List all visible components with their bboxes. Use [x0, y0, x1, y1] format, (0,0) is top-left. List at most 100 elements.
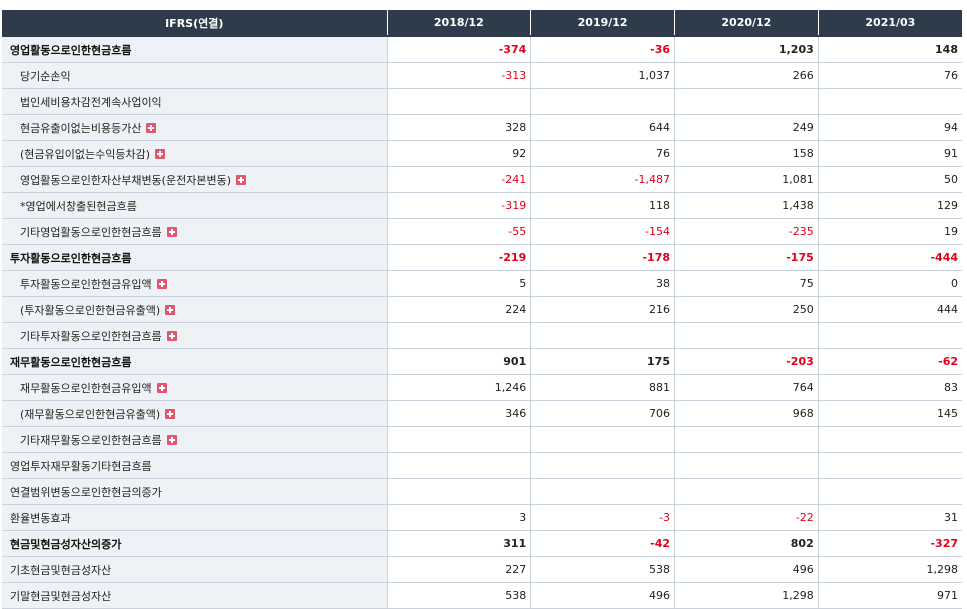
row-label: 영업투자재무활동기타현금흐름 — [10, 459, 152, 473]
value-cell: 76 — [818, 62, 962, 89]
value-cell: 1,203 — [674, 35, 819, 63]
row-label: *영업에서창출된현금흐름 — [20, 199, 137, 213]
value-cell: 538 — [387, 582, 532, 609]
row-label-cell: 법인세비용차감전계속사업이익 — [2, 88, 388, 115]
value-cell — [387, 478, 532, 505]
table-row: (현금유입이없는수익등차감) 92 76 158 91 — [2, 140, 962, 167]
table-row: 영업활동으로인한현금흐름 -374 -36 1,203 148 — [2, 35, 962, 63]
expand-plus-icon[interactable] — [156, 382, 167, 393]
table-row: 현금유출이없는비용등가산 328 644 249 94 — [2, 114, 962, 141]
value-cell: 538 — [530, 556, 675, 583]
value-cell: 901 — [387, 348, 532, 375]
value-cell — [818, 322, 962, 349]
value-cell: -178 — [530, 244, 675, 271]
value-cell: 802 — [674, 530, 819, 557]
row-label: 환율변동효과 — [10, 511, 71, 525]
value-cell: 644 — [530, 114, 675, 141]
value-cell: 1,246 — [387, 374, 532, 401]
table-row: 환율변동효과 3 -3 -22 31 — [2, 504, 962, 531]
value-cell: -36 — [530, 35, 675, 63]
table-row: 연결범위변동으로인한현금의증가 — [2, 478, 962, 505]
expand-plus-icon[interactable] — [166, 226, 177, 237]
row-label-cell: 재무활동으로인한현금흐름 — [2, 348, 388, 375]
value-cell: 249 — [674, 114, 819, 141]
value-cell: 50 — [818, 166, 962, 193]
row-label: 법인세비용차감전계속사업이익 — [20, 95, 162, 109]
value-cell: -219 — [387, 244, 532, 271]
row-label-cell: 기타영업활동으로인한현금흐름 — [2, 218, 388, 245]
row-label: (현금유입이없는수익등차감) — [20, 147, 151, 161]
expand-plus-icon[interactable] — [146, 122, 157, 133]
header-period: 2021/03 — [818, 10, 962, 36]
value-cell: 148 — [818, 35, 962, 63]
table-row: 기타영업활동으로인한현금흐름 -55 -154 -235 19 — [2, 218, 962, 245]
table-row: 재무활동으로인한현금유입액 1,246 881 764 83 — [2, 374, 962, 401]
header-period: 2020/12 — [674, 10, 819, 36]
value-cell: 5 — [387, 270, 532, 297]
row-label-cell: 재무활동으로인한현금유입액 — [2, 374, 388, 401]
row-label-cell: 영업활동으로인한자산부채변동(운전자본변동) — [2, 166, 388, 193]
row-label-cell: 영업활동으로인한현금흐름 — [2, 35, 388, 63]
table-row: (투자활동으로인한현금유출액) 224 216 250 444 — [2, 296, 962, 323]
table-row: 법인세비용차감전계속사업이익 — [2, 88, 962, 115]
table-row: 기타재무활동으로인한현금흐름 — [2, 426, 962, 453]
value-cell: 0 — [818, 270, 962, 297]
value-cell: 118 — [530, 192, 675, 219]
expand-plus-icon[interactable] — [235, 174, 246, 185]
value-cell: 145 — [818, 400, 962, 427]
table-row: 투자활동으로인한현금유입액 5 38 75 0 — [2, 270, 962, 297]
row-label: (투자활동으로인한현금유출액) — [20, 303, 161, 317]
value-cell: 496 — [674, 556, 819, 583]
table-row: 재무활동으로인한현금흐름 901 175 -203 -62 — [2, 348, 962, 375]
value-cell: 706 — [530, 400, 675, 427]
value-cell — [818, 88, 962, 115]
value-cell: 1,037 — [530, 62, 675, 89]
row-label: (재무활동으로인한현금유출액) — [20, 407, 161, 421]
value-cell: 1,298 — [818, 556, 962, 583]
row-label-cell: 현금유출이없는비용등가산 — [2, 114, 388, 141]
value-cell: -313 — [387, 62, 532, 89]
value-cell: -444 — [818, 244, 962, 271]
value-cell: 216 — [530, 296, 675, 323]
row-label: 현금유출이없는비용등가산 — [20, 121, 142, 135]
expand-plus-icon[interactable] — [156, 278, 167, 289]
expand-plus-icon[interactable] — [165, 304, 176, 315]
row-label-cell: 기초현금및현금성자산 — [2, 556, 388, 583]
value-cell: -175 — [674, 244, 819, 271]
expand-plus-icon[interactable] — [165, 408, 176, 419]
expand-plus-icon[interactable] — [166, 330, 177, 341]
expand-plus-icon[interactable] — [166, 434, 177, 445]
row-label: 연결범위변동으로인한현금의증가 — [10, 485, 162, 499]
expand-plus-icon[interactable] — [155, 148, 166, 159]
value-cell — [530, 452, 675, 479]
row-label: 영업활동으로인한자산부채변동(운전자본변동) — [20, 173, 231, 187]
table-row: *영업에서창출된현금흐름 -319 118 1,438 129 — [2, 192, 962, 219]
row-label-cell: 투자활동으로인한현금흐름 — [2, 244, 388, 271]
row-label: 투자활동으로인한현금유입액 — [20, 277, 152, 291]
table-row: 영업활동으로인한자산부채변동(운전자본변동) -241 -1,487 1,081 50 — [2, 166, 962, 193]
value-cell — [818, 478, 962, 505]
value-cell: 311 — [387, 530, 532, 557]
row-label-cell: (현금유입이없는수익등차감) — [2, 140, 388, 167]
value-cell: 1,438 — [674, 192, 819, 219]
value-cell: 1,081 — [674, 166, 819, 193]
row-label: 기말현금및현금성자산 — [10, 589, 112, 603]
value-cell — [674, 426, 819, 453]
row-label: 기타투자활동으로인한현금흐름 — [20, 329, 162, 343]
value-cell: 75 — [674, 270, 819, 297]
value-cell: 227 — [387, 556, 532, 583]
value-cell — [387, 322, 532, 349]
row-label-cell: *영업에서창출된현금흐름 — [2, 192, 388, 219]
value-cell: -154 — [530, 218, 675, 245]
value-cell: 158 — [674, 140, 819, 167]
row-label: 영업활동으로인한현금흐름 — [10, 43, 132, 57]
row-label-cell: 영업투자재무활동기타현금흐름 — [2, 452, 388, 479]
value-cell: -62 — [818, 348, 962, 375]
value-cell: 346 — [387, 400, 532, 427]
row-label: 재무활동으로인한현금흐름 — [10, 355, 132, 369]
row-label-cell: 기말현금및현금성자산 — [2, 582, 388, 609]
table-row: (재무활동으로인한현금유출액) 346 706 968 145 — [2, 400, 962, 427]
value-cell — [674, 452, 819, 479]
value-cell: 328 — [387, 114, 532, 141]
value-cell: 250 — [674, 296, 819, 323]
